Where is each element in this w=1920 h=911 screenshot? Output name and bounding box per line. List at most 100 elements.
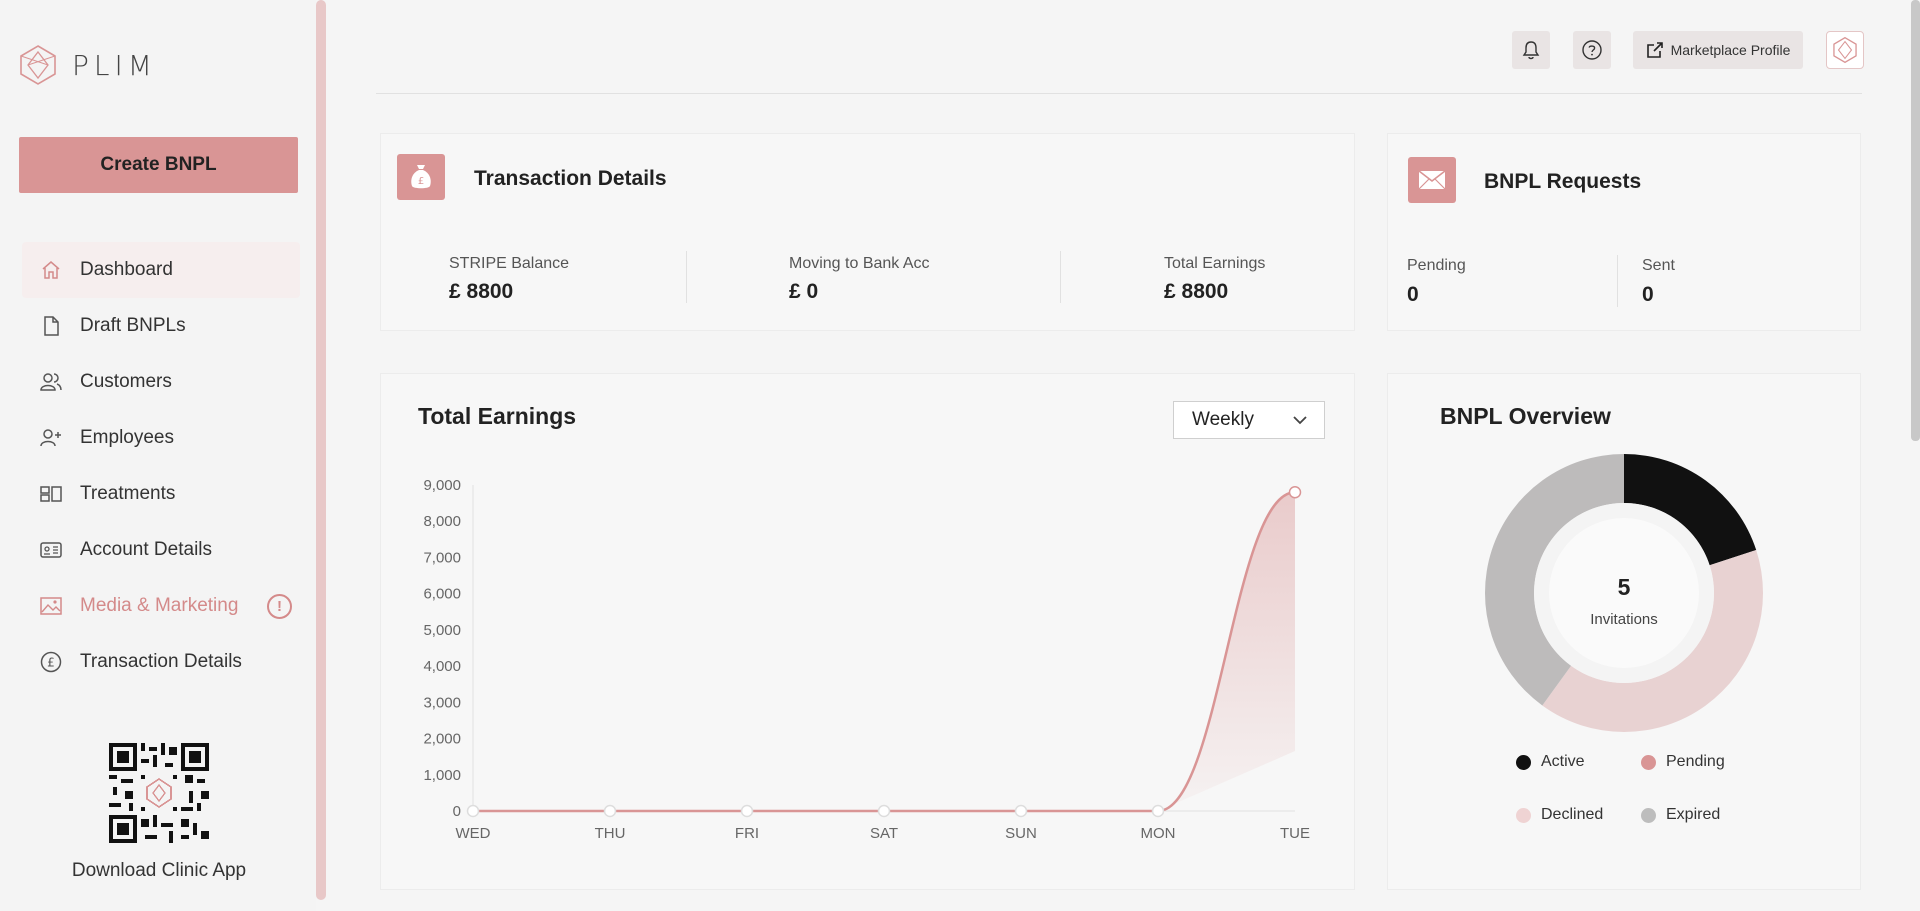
user-plus-icon [40,427,62,449]
sidebar-item-label: Transaction Details [80,651,242,672]
sidebar-item-transaction-details[interactable]: £ Transaction Details [22,634,300,690]
moving-to-bank-value: £ 0 [789,280,819,303]
id-card-icon [40,539,62,561]
moving-to-bank-label: Moving to Bank Acc [789,255,930,272]
plim-logo-icon [20,45,56,85]
legend-item-expired[interactable]: Expired [1641,806,1720,824]
total-earnings-label: Total Earnings [1164,255,1266,272]
data-point[interactable] [1014,804,1028,818]
page-scrollbar[interactable] [1911,0,1920,441]
divider [1617,255,1618,307]
logo[interactable]: PLIM [18,44,157,86]
warning-icon[interactable]: ! [267,594,292,619]
marketplace-profile-label: Marketplace Profile [1670,42,1791,58]
envelope-icon [1408,157,1456,203]
marketplace-profile-button[interactable]: Marketplace Profile [1633,31,1803,69]
y-tick-label: 7,000 [423,549,461,566]
y-tick-label: 5,000 [423,622,461,639]
data-point[interactable] [603,804,617,818]
y-tick-label: 8,000 [423,513,461,530]
x-tick-label: MON [1141,825,1176,842]
total-earnings-value: £ 8800 [1164,280,1229,303]
bnpl-overview-title: BNPL Overview [1440,403,1611,429]
pound-circle-icon: £ [40,651,62,673]
sidebar-item-employees[interactable]: Employees [22,410,300,466]
y-tick-label: 3,000 [423,694,461,711]
data-point[interactable] [740,804,754,818]
avatar[interactable] [1826,31,1864,69]
svg-text:£: £ [418,176,424,187]
sidebar-item-label: Media & Marketing [80,595,239,616]
sidebar-item-label: Customers [80,371,172,392]
data-point[interactable] [877,804,891,818]
legend-label: Active [1541,753,1585,770]
help-icon [1582,40,1602,60]
y-tick-label: 0 [453,803,461,820]
y-tick-label: 6,000 [423,586,461,603]
sidebar: PLIM Create BNPL Dashboard Draft BNPLs C… [0,0,316,911]
sidebar-item-treatments[interactable]: Treatments [22,466,300,522]
pending-requests-value: 0 [1407,283,1419,306]
legend-item-active[interactable]: Active [1516,753,1585,771]
y-tick-label: 1,000 [423,767,461,784]
image-icon [40,595,62,617]
sidebar-item-customers[interactable]: Customers [22,354,300,410]
area-fill [473,492,1295,811]
x-tick-label: THU [595,825,626,842]
stripe-balance-value: £ 8800 [449,280,514,303]
document-icon [40,315,62,337]
money-bag-icon: £ [397,154,445,200]
donut-center-label: Invitations [1590,611,1658,628]
transaction-details-title: Transaction Details [474,167,667,190]
legend-item-declined[interactable]: Declined [1516,806,1603,824]
sidebar-item-draft-bnpls[interactable]: Draft BNPLs [22,298,300,354]
bnpl-requests-card: BNPL Requests Pending 0 Sent 0 [1387,133,1861,331]
help-button[interactable] [1573,31,1611,69]
bell-icon [1522,41,1540,60]
transaction-details-card: £ Transaction Details STRIPE Balance £ 8… [380,133,1355,331]
notifications-button[interactable] [1512,31,1550,69]
bnpl-requests-title: BNPL Requests [1484,170,1642,193]
x-tick-label: SUN [1005,825,1037,842]
home-icon [40,259,62,281]
download-app-caption[interactable]: Download Clinic App [40,860,278,882]
avatar-logo-icon [1833,36,1857,64]
sidebar-item-account-details[interactable]: Account Details [22,522,300,578]
stripe-balance-label: STRIPE Balance [449,255,570,272]
period-select[interactable]: Weekly [1173,401,1325,439]
external-link-icon [1646,42,1663,58]
pending-requests-label: Pending [1407,257,1466,274]
sidebar-item-label: Treatments [80,483,176,504]
sidebar-scrollbar[interactable] [316,0,326,900]
period-select-value: Weekly [1192,409,1254,430]
sidebar-item-label: Dashboard [80,259,173,280]
logo-text: PLIM [72,48,157,82]
legend-item-pending[interactable]: Pending [1641,753,1725,771]
data-point[interactable] [1288,485,1302,499]
create-bnpl-button[interactable]: Create BNPL [19,137,298,193]
legend-label: Declined [1541,806,1604,823]
sidebar-nav: Dashboard Draft BNPLs Customers Employee… [22,242,300,690]
sidebar-item-dashboard[interactable]: Dashboard [22,242,300,298]
legend-label: Pending [1666,753,1725,770]
x-tick-label: FRI [735,825,759,842]
sidebar-item-media-marketing[interactable]: Media & Marketing ! [22,578,300,634]
divider [1060,251,1061,303]
sidebar-item-label: Employees [80,427,174,448]
donut-center-value: 5 [1618,574,1631,600]
sidebar-item-label: Account Details [80,539,213,560]
total-earnings-chart-title: Total Earnings [418,403,577,429]
x-tick-label: WED [456,825,491,842]
header-divider [376,93,1862,94]
svg-text:£: £ [47,656,55,670]
treatments-icon [40,483,62,505]
divider [686,251,687,303]
legend-dot [1516,754,1531,770]
sent-requests-label: Sent [1642,257,1675,274]
series-line [472,490,1296,813]
data-point[interactable] [1151,804,1165,818]
legend-dot [1641,754,1656,770]
qr-code[interactable] [109,743,209,843]
data-point[interactable] [466,804,480,818]
x-tick-label: SAT [870,825,898,842]
